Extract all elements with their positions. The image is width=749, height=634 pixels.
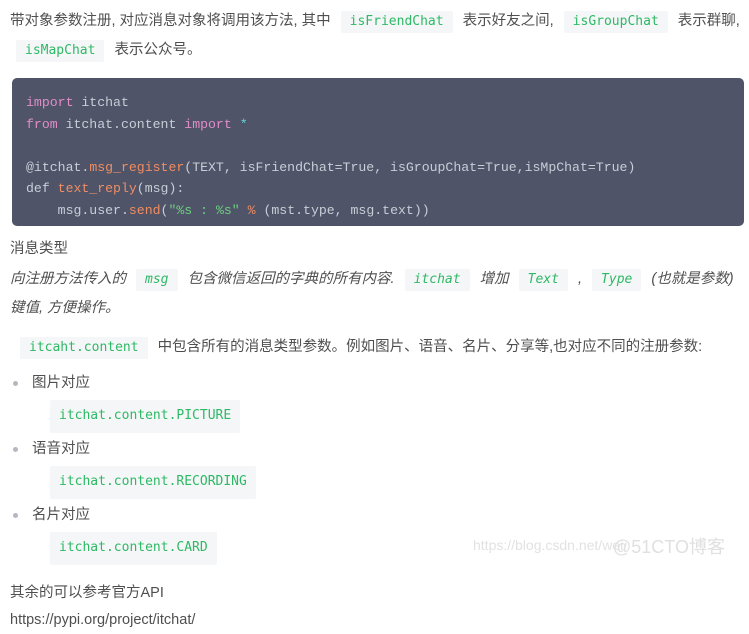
list-item: 图片对应 itchat.content.PICTURE — [0, 370, 749, 433]
inline-code-ismapchat: isMapChat — [16, 40, 105, 62]
footer-note: 其余的可以参考官方API — [10, 585, 164, 601]
list-item-code-wrap: itchat.content.RECORDING — [50, 466, 749, 499]
inline-code-isfriendchat: isFriendChat — [340, 11, 453, 33]
list-item: 名片对应 itchat.content.CARD — [0, 502, 749, 565]
inline-code-text: Text — [518, 269, 568, 291]
code-block-content: import itchat from itchat.content import… — [26, 95, 636, 218]
list-item-label: 语音对应 — [32, 441, 90, 457]
footer-block: 其余的可以参考官方API https://pypi.org/project/it… — [0, 568, 749, 634]
italic-text-4: , — [577, 271, 583, 287]
content-paragraph: itcaht.content 中包含所有的消息类型参数。例如图片、语音、名片、分… — [0, 323, 749, 362]
pypi-link[interactable]: https://pypi.org/project/itchat/ — [10, 612, 195, 628]
italic-text-1: 向注册方法传入的 — [10, 271, 126, 287]
section-heading-message-types: 消息类型 — [10, 241, 68, 257]
list-item-label: 名片对应 — [32, 507, 90, 523]
inline-code-recording: itchat.content.RECORDING — [50, 466, 256, 499]
list-item-code-wrap: itchat.content.CARD — [50, 532, 749, 565]
inline-code-isgroupchat: isGroupChat — [563, 11, 668, 33]
italic-text-2: 包含微信返回的字典的所有内容. — [187, 271, 395, 287]
list-item-label: 图片对应 — [32, 375, 90, 391]
message-type-list: 图片对应 itchat.content.PICTURE 语音对应 itchat.… — [0, 370, 749, 565]
intro-text-1: 带对象参数注册, 对应消息对象将调用该方法, 其中 — [10, 13, 331, 29]
list-item-code-wrap: itchat.content.PICTURE — [50, 400, 749, 433]
bullet-dot-icon — [13, 381, 18, 386]
intro-text-2: 表示好友之间, — [462, 13, 554, 29]
code-block[interactable]: import itchat from itchat.content import… — [12, 78, 744, 226]
inline-code-picture: itchat.content.PICTURE — [50, 400, 241, 433]
intro-paragraph: 带对象参数注册, 对应消息对象将调用该方法, 其中 isFriendChat 表… — [0, 0, 749, 65]
intro-text-4: 表示公众号。 — [114, 42, 202, 58]
intro-text-3: 表示群聊, — [677, 13, 740, 29]
inline-code-msg: msg — [136, 269, 178, 291]
content-text-1: 中包含所有的消息类型参数。例如图片、语音、名片、分享等,也对应不同的注册参数: — [157, 339, 703, 355]
inline-code-itchat: itchat — [404, 269, 470, 291]
inline-code-type: Type — [592, 269, 642, 291]
inline-code-card: itchat.content.CARD — [50, 532, 217, 565]
inline-code-itcaht-content: itcaht.content — [20, 337, 148, 359]
italic-text-3: 增加 — [479, 271, 509, 287]
document-page: 带对象参数注册, 对应消息对象将调用该方法, 其中 isFriendChat 表… — [0, 0, 749, 628]
bullet-dot-icon — [13, 447, 18, 452]
bullet-dot-icon — [13, 513, 18, 518]
list-item: 语音对应 itchat.content.RECORDING — [0, 436, 749, 499]
italic-description-paragraph: 向注册方法传入的 msg 包含微信返回的字典的所有内容. itchat 增加 T… — [0, 260, 749, 323]
